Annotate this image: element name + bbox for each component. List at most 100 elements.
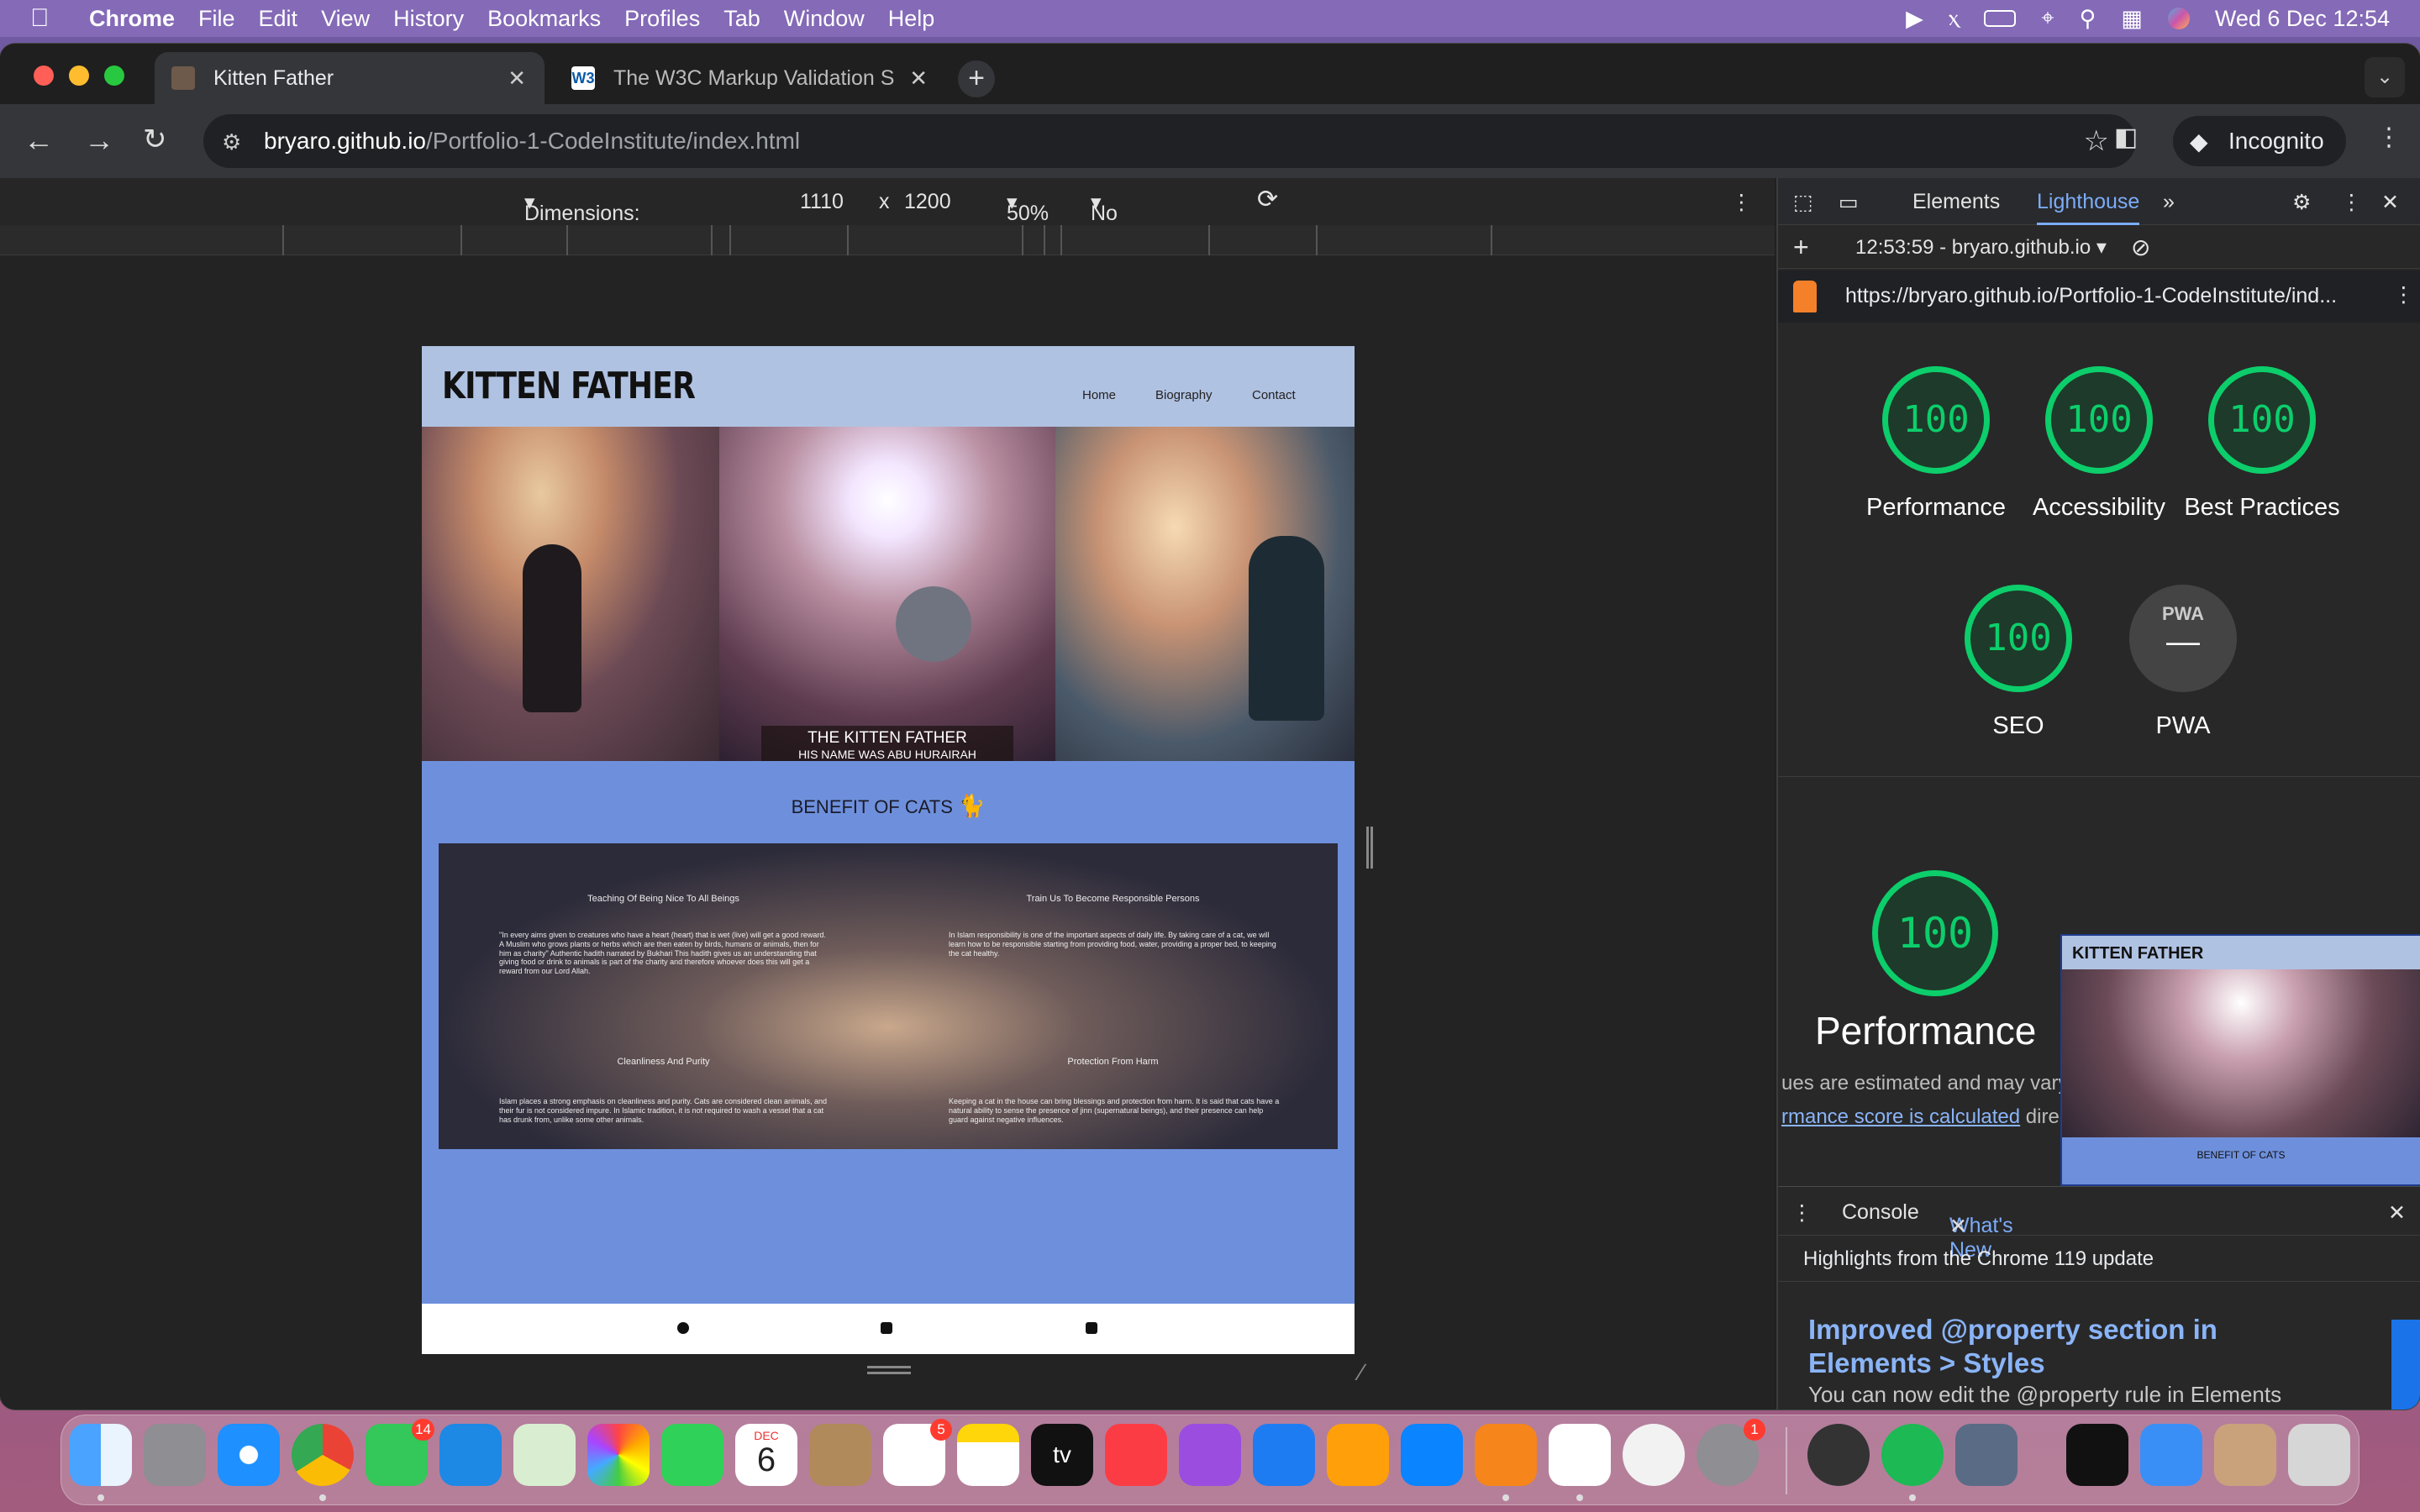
best-practices-gauge[interactable]: 100	[2208, 366, 2316, 474]
new-tab-button[interactable]: +	[958, 60, 995, 97]
site-info-icon[interactable]: ⚙	[222, 129, 241, 155]
pwa-gauge[interactable]: PWA —	[2129, 585, 2237, 692]
menu-window[interactable]: Window	[784, 6, 865, 32]
launchpad-icon[interactable]	[144, 1424, 206, 1486]
media-query-ruler[interactable]	[0, 225, 1775, 255]
recent-window-thumbnail[interactable]	[2066, 1424, 2128, 1486]
width-input[interactable]: 1110	[800, 190, 844, 214]
media-play-icon[interactable]: ▶	[1906, 6, 1923, 32]
siri-icon[interactable]	[2167, 8, 2190, 29]
pages-icon[interactable]	[1327, 1424, 1389, 1486]
menu-bookmarks[interactable]: Bookmarks	[487, 6, 601, 32]
close-tab-icon[interactable]: ✕	[508, 66, 526, 92]
pinterest-icon[interactable]	[677, 1322, 689, 1334]
safari-icon[interactable]	[218, 1424, 280, 1486]
menu-tab[interactable]: Tab	[723, 6, 760, 32]
tab-w3c-validator[interactable]: W3 The W3C Markup Validation S ✕	[555, 52, 946, 104]
youtube-icon[interactable]	[1086, 1322, 1097, 1334]
close-devtools-icon[interactable]: ✕	[2381, 190, 2399, 215]
chrome-icon[interactable]	[292, 1424, 354, 1486]
control-center-icon[interactable]: ▦	[2121, 6, 2143, 32]
clear-reports-icon[interactable]: ⊘	[2131, 234, 2150, 261]
device-toggle-icon[interactable]: ▭	[1839, 190, 1859, 215]
slack-icon[interactable]	[1549, 1424, 1611, 1486]
address-bar[interactable]: ⚙ bryaro.github.io/Portfolio-1-CodeInsti…	[203, 114, 2136, 168]
menu-file[interactable]: File	[198, 6, 235, 32]
instagram-icon[interactable]	[881, 1322, 892, 1334]
zoom-window-button[interactable]	[104, 66, 124, 86]
finder-icon[interactable]	[70, 1424, 132, 1486]
metamask-icon[interactable]	[1475, 1424, 1537, 1486]
accessibility-gauge[interactable]: 100	[2045, 366, 2153, 474]
contacts-icon[interactable]	[809, 1424, 871, 1486]
minimize-window-button[interactable]	[69, 66, 89, 86]
bluetooth-icon[interactable]: ⲭ	[1949, 5, 1959, 32]
menu-edit[interactable]: Edit	[259, 6, 298, 32]
nav-biography-link[interactable]: Biography	[1155, 388, 1213, 402]
mail-icon[interactable]	[439, 1424, 502, 1486]
quicktime-icon[interactable]	[1807, 1424, 1870, 1486]
preview-icon[interactable]	[1955, 1424, 2018, 1486]
inspect-element-icon[interactable]: ⬚	[1793, 190, 1813, 215]
maps-icon[interactable]	[513, 1424, 576, 1486]
resize-handle-right[interactable]	[1366, 827, 1373, 869]
apple-tv-icon[interactable]: tv	[1031, 1424, 1093, 1486]
menu-app-name[interactable]: Chrome	[89, 6, 175, 32]
dimensions-select[interactable]: Dimensions: Responsive ▾	[524, 190, 640, 249]
tab-search-chevron-icon[interactable]: ⌄	[2365, 57, 2405, 97]
report-menu-icon[interactable]: ⋮	[2393, 282, 2414, 307]
back-arrow-icon[interactable]: ←	[24, 123, 54, 158]
report-select[interactable]: 12:53:59 - bryaro.github.io ▾	[1855, 235, 2107, 260]
apple-menu-icon[interactable]: 	[30, 4, 72, 33]
new-report-icon[interactable]: +	[1793, 232, 1809, 263]
reminders-icon[interactable]: 5	[883, 1419, 952, 1486]
menubar-clock[interactable]: Wed 6 Dec 12:54	[2215, 6, 2390, 32]
resize-corner-icon[interactable]: ∕	[1360, 1359, 1364, 1386]
menu-help[interactable]: Help	[888, 6, 935, 32]
menu-profiles[interactable]: Profiles	[624, 6, 700, 32]
tab-elements[interactable]: Elements	[1912, 190, 2000, 214]
close-tab-icon[interactable]: ✕	[909, 66, 928, 92]
close-window-button[interactable]	[34, 66, 54, 86]
resize-handle-bottom[interactable]	[867, 1366, 911, 1374]
menu-history[interactable]: History	[393, 6, 464, 32]
photos-icon[interactable]	[587, 1424, 650, 1486]
whats-new-heading[interactable]: Improved @property section in Elements >…	[1808, 1313, 2279, 1380]
incognito-badge[interactable]: ◆ Incognito	[2173, 116, 2346, 166]
system-settings-icon[interactable]: 1	[1697, 1419, 1765, 1486]
messages-icon[interactable]: 14	[366, 1419, 434, 1486]
height-input[interactable]: 1200	[904, 190, 951, 214]
tab-kitten-father[interactable]: Kitten Father ✕	[155, 52, 544, 104]
page-screenshot-thumbnail[interactable]: KITTEN FATHER BENEFIT OF CATS	[2060, 934, 2420, 1186]
downloads-folder-icon[interactable]	[2140, 1424, 2202, 1486]
zoom-select[interactable]: 50% ▾	[1007, 190, 1049, 225]
podcasts-icon[interactable]	[1179, 1424, 1241, 1486]
forward-arrow-icon[interactable]: →	[84, 123, 114, 158]
trash-icon[interactable]	[2288, 1424, 2350, 1486]
reload-icon[interactable]: ↻	[143, 123, 167, 156]
perf-score-link[interactable]: rmance score is calculated	[1781, 1105, 2020, 1128]
performance-gauge[interactable]: 100	[1882, 366, 1990, 474]
facetime-icon[interactable]	[661, 1424, 723, 1486]
drawer-tab-console[interactable]: Console	[1842, 1200, 1919, 1225]
devtools-menu-icon[interactable]: ⋮	[2341, 190, 2362, 215]
battery-icon[interactable]	[1984, 10, 2017, 27]
close-drawer-icon[interactable]: ✕	[2388, 1200, 2406, 1226]
keynote-icon[interactable]	[1253, 1424, 1315, 1486]
spotlight-search-icon[interactable]: ⚲	[2080, 6, 2096, 32]
site-logo[interactable]: KITTEN FATHER	[442, 365, 696, 407]
documents-stack-icon[interactable]	[2214, 1424, 2276, 1486]
app-store-icon[interactable]	[1401, 1424, 1463, 1486]
side-panel-icon[interactable]: ◧	[2114, 123, 2138, 152]
smiley-app-icon[interactable]	[1623, 1424, 1685, 1486]
throttling-select[interactable]: No throttling ▾	[1091, 190, 1171, 249]
tab-lighthouse[interactable]: Lighthouse	[2037, 190, 2140, 225]
drawer-menu-icon[interactable]: ⋮	[1791, 1200, 1812, 1226]
seo-gauge[interactable]: 100	[1965, 585, 2072, 692]
more-tabs-icon[interactable]: »	[2163, 190, 2175, 214]
close-whats-new-icon[interactable]: ✕	[1949, 1214, 1967, 1239]
notes-icon[interactable]	[957, 1424, 1019, 1486]
nav-contact-link[interactable]: Contact	[1252, 388, 1296, 402]
rotate-icon[interactable]: ⟳	[1257, 185, 1278, 214]
browser-menu-icon[interactable]: ⋮	[2376, 123, 2402, 152]
